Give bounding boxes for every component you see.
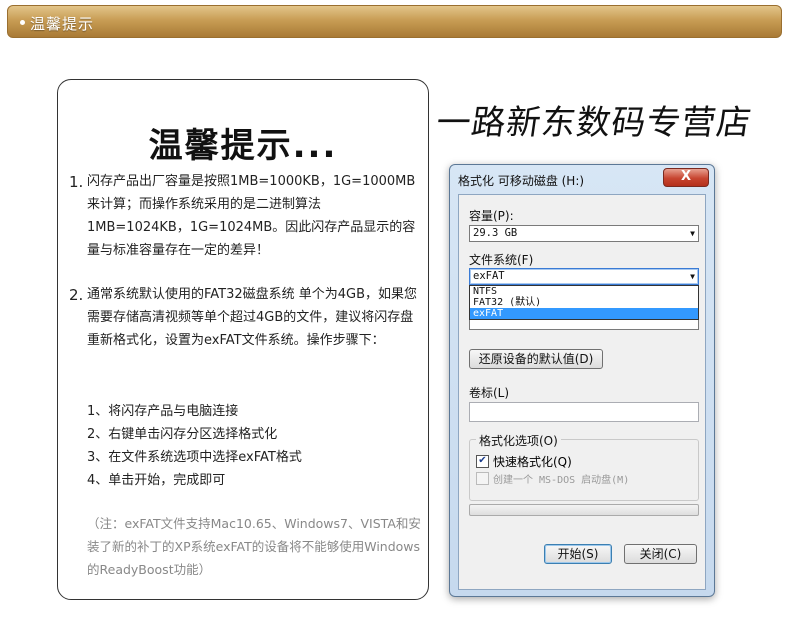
notice-title: 温馨提示... <box>148 126 338 166</box>
step-3: 3、在文件系统选项中选择exFAT格式 <box>87 450 302 465</box>
option-fat32[interactable]: FAT32 (默认) <box>470 297 698 308</box>
item-1-number: 1. <box>69 173 84 191</box>
store-name: 一路新东数码专营店 <box>433 103 755 143</box>
capacity-value: 29.3 GB <box>473 227 518 239</box>
step-4: 4、单击开始，完成即可 <box>87 473 226 488</box>
dialog-body: 容量(P): 29.3 GB ▼ 文件系统(F) exFAT ▼ NTFS FA… <box>458 194 706 590</box>
header-title-text: 温馨提示 <box>30 15 95 33</box>
quick-format-option[interactable]: ✔ 快速格式化(Q) <box>476 453 572 470</box>
capacity-select[interactable]: 29.3 GB ▼ <box>469 225 699 242</box>
format-options-label: 格式化选项(O) <box>476 432 561 449</box>
format-progress-bar <box>469 504 699 516</box>
bullet-icon <box>20 20 25 25</box>
header-bar: 温馨提示 <box>7 5 782 38</box>
option-ntfs[interactable]: NTFS <box>470 286 698 297</box>
notice-box: 温馨提示... 1. 闪存产品出厂容量是按照1MB=1000KB，1G=1000… <box>57 79 429 600</box>
footnote: （注：exFAT文件支持Mac10.65、Windows7、VISTA和安装了新… <box>87 516 421 577</box>
quick-format-checkbox[interactable]: ✔ <box>476 455 489 468</box>
volume-label: 卷标(L) <box>469 386 510 400</box>
filesystem-value: exFAT <box>473 270 505 282</box>
msdos-option: 创建一个 MS-DOS 启动盘(M) <box>476 471 629 486</box>
capacity-label: 容量(P): <box>469 209 514 223</box>
window-close-button[interactable]: X <box>663 168 709 187</box>
filesystem-dropdown: NTFS FAT32 (默认) exFAT <box>469 285 699 320</box>
msdos-checkbox <box>476 472 489 485</box>
volume-input[interactable] <box>469 402 699 422</box>
header-title: 温馨提示 <box>20 13 94 34</box>
chevron-down-icon: ▼ <box>690 229 695 238</box>
restore-defaults-button[interactable]: 还原设备的默认值(D) <box>469 349 603 369</box>
step-2: 2、右键单击闪存分区选择格式化 <box>87 427 278 442</box>
quick-format-label: 快速格式化(Q) <box>493 455 572 469</box>
item-2-text: 通常系统默认使用的FAT32磁盘系统 单个为4GB，如果您需要存储高清视频等单个… <box>87 287 418 348</box>
filesystem-select[interactable]: exFAT ▼ <box>469 268 699 285</box>
chevron-down-icon: ▼ <box>690 272 695 281</box>
msdos-label: 创建一个 MS-DOS 启动盘(M) <box>493 475 630 486</box>
format-options-group: 格式化选项(O) ✔ 快速格式化(Q) 创建一个 MS-DOS 启动盘(M) <box>469 432 699 501</box>
dialog-title: 格式化 可移动磁盘 (H:) <box>458 174 585 188</box>
option-exfat[interactable]: exFAT <box>470 308 698 319</box>
item-1-text: 闪存产品出厂容量是按照1MB=1000KB，1G=1000MB来计算；而操作系统… <box>87 174 416 258</box>
close-button[interactable]: 关闭(C) <box>624 544 697 564</box>
item-2-number: 2. <box>69 286 84 304</box>
start-button[interactable]: 开始(S) <box>544 544 612 564</box>
filesystem-label: 文件系统(F) <box>469 253 534 267</box>
format-dialog: 格式化 可移动磁盘 (H:) X 容量(P): 29.3 GB ▼ 文件系统(F… <box>449 164 715 597</box>
step-1: 1、将闪存产品与电脑连接 <box>87 404 239 419</box>
